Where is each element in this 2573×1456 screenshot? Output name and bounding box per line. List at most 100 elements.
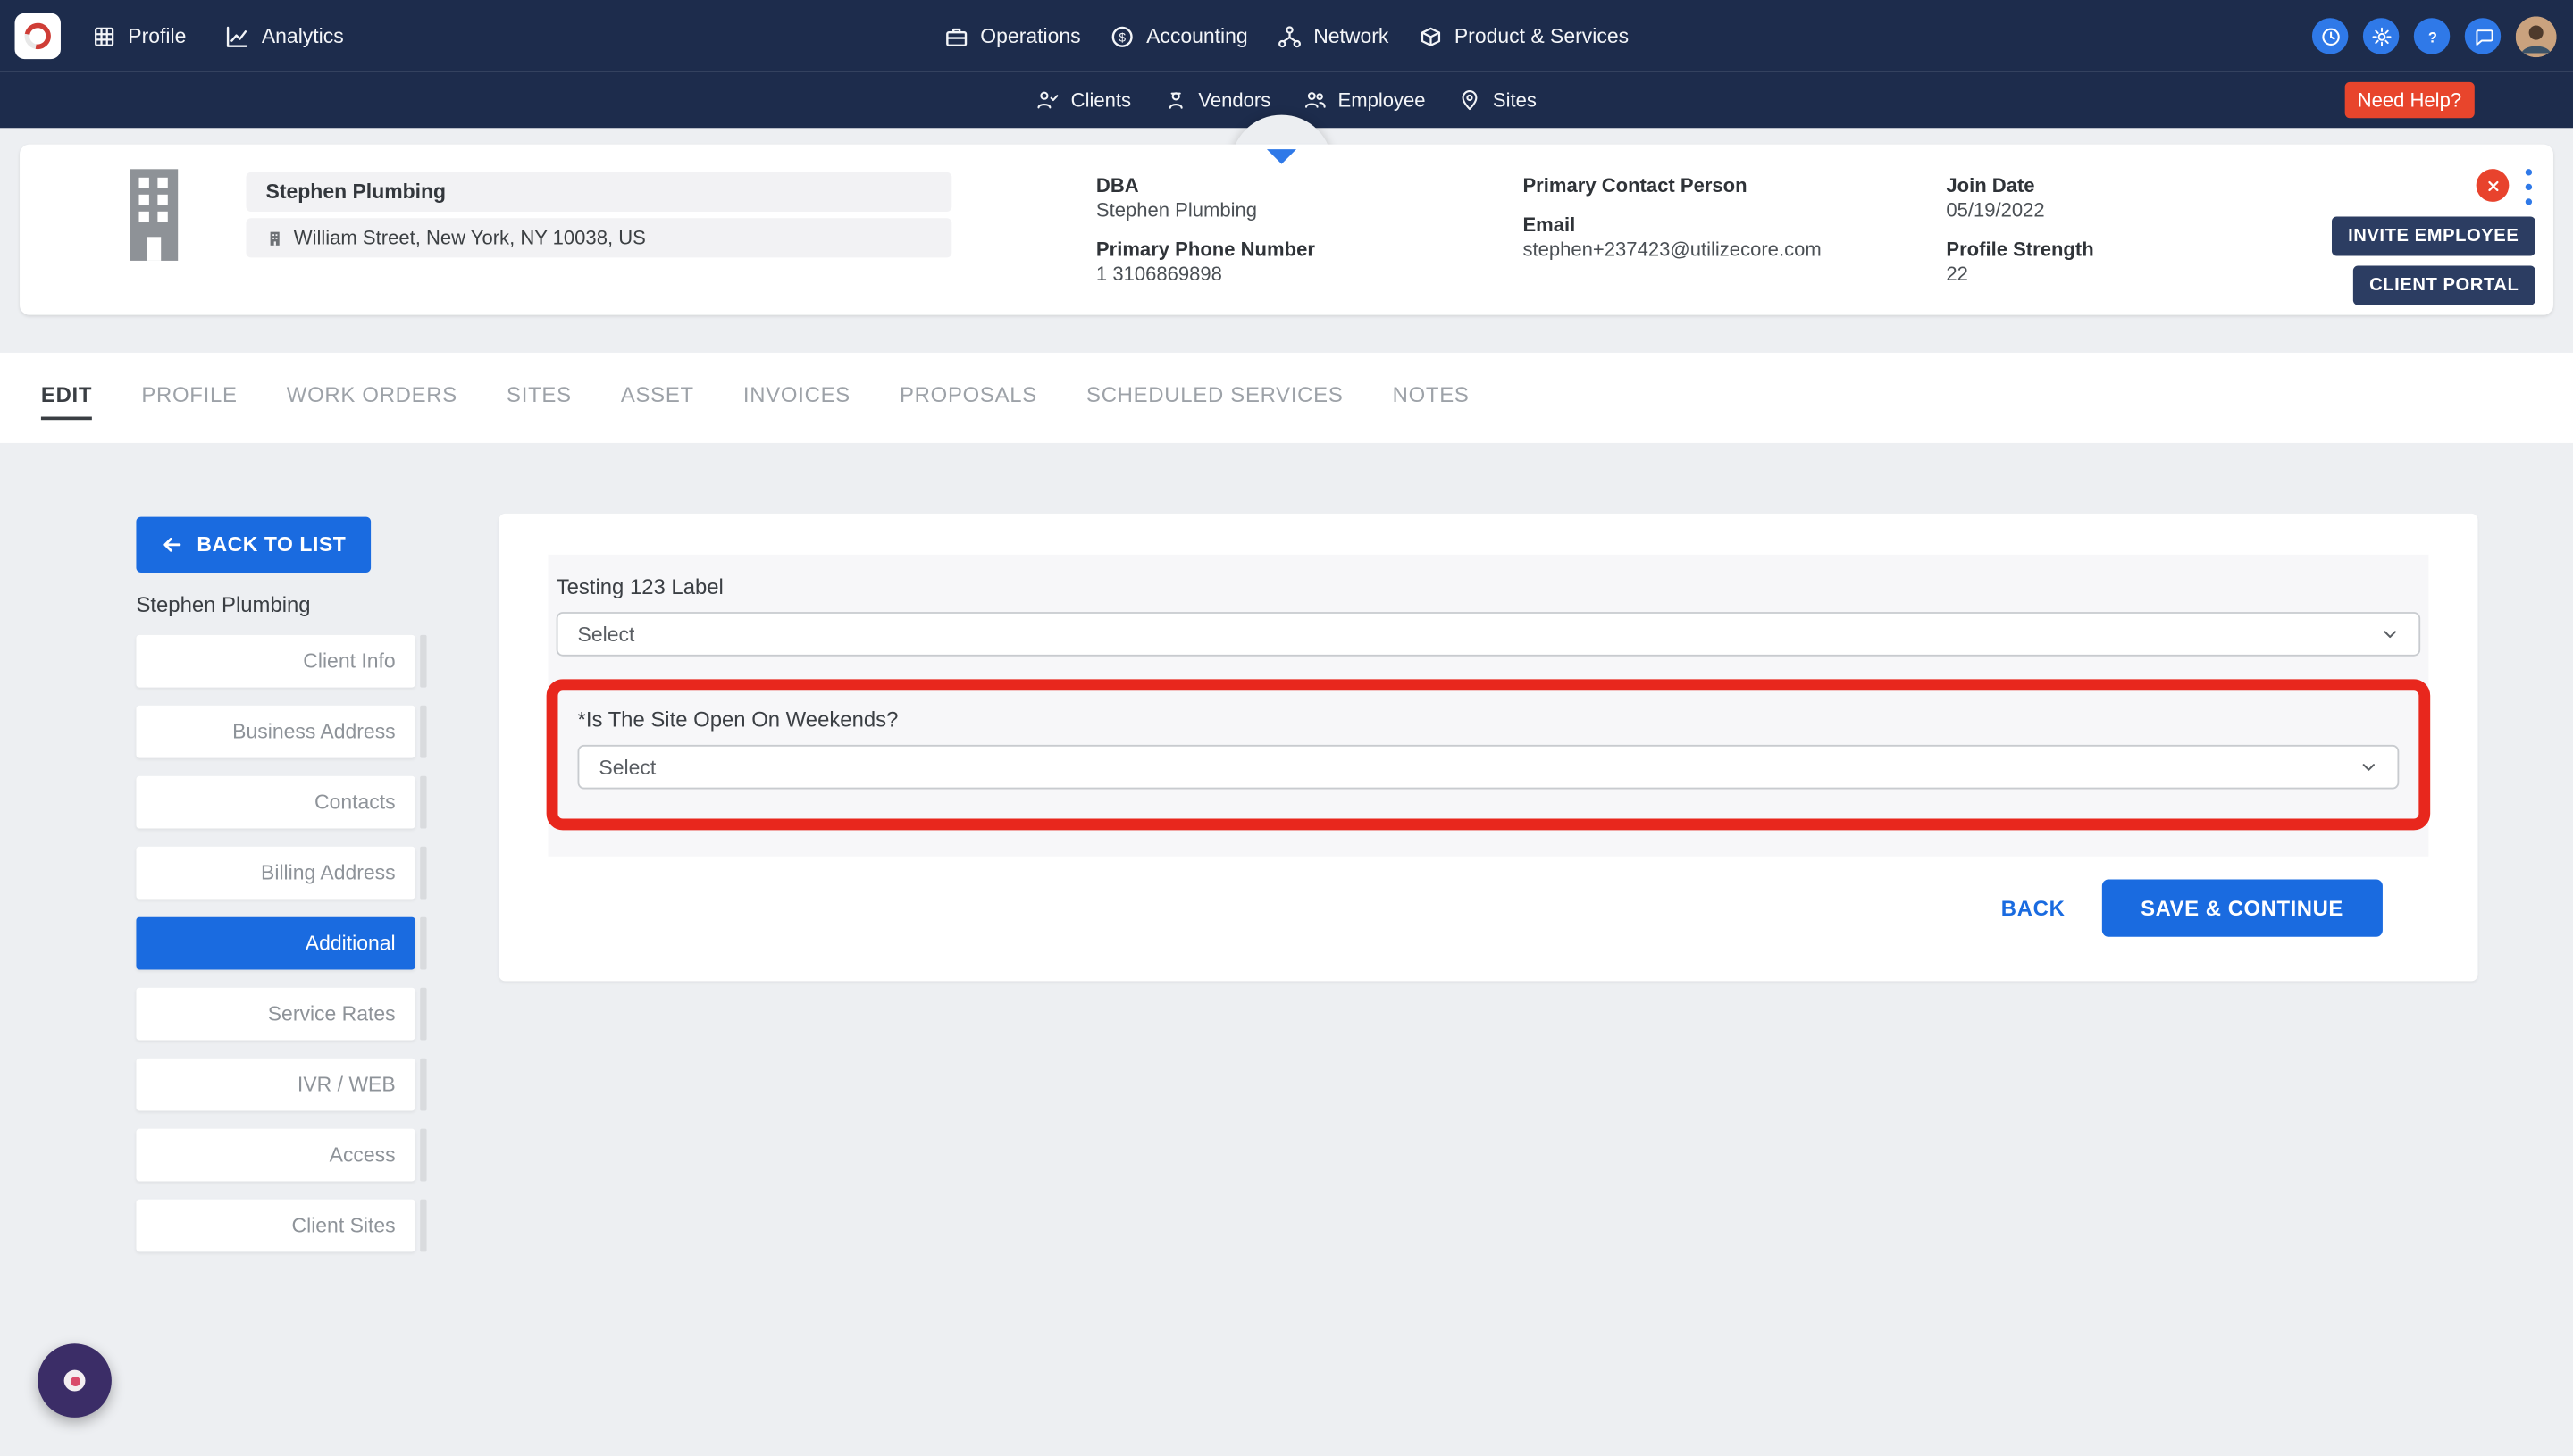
app-logo[interactable] [15,13,61,59]
profile-strength-value: 22 [1946,263,2093,288]
need-help-button[interactable]: Need Help? [2344,82,2475,118]
subnav-sites[interactable]: Sites [1458,88,1537,112]
phone-label: Primary Phone Number [1096,238,1315,263]
company-address-field[interactable]: William Street, New York, NY 10038, US [247,218,952,257]
subnav-employee[interactable]: Employee [1303,88,1426,112]
form-actions: BACK SAVE & CONTINUE [2001,879,2383,936]
map-pin-icon [1458,88,1481,112]
nav-right-group: ? [2312,0,2557,72]
analytics-chart-icon [225,24,250,49]
step-billing-address[interactable]: Billing Address [136,847,415,900]
join-date-label: Join Date [1946,174,2093,199]
subnav-clients-label: Clients [1071,88,1131,112]
subnav-sites-label: Sites [1493,88,1537,112]
client-portal-button[interactable]: CLIENT PORTAL [2353,266,2535,305]
weekend-open-select-value: Select [599,756,656,779]
email-label: Email [1522,213,1821,238]
step-service-rates[interactable]: Service Rates [136,988,415,1041]
app-root: Profile Analytics Operations $ Accountin… [0,0,2573,1456]
invite-employee-label: INVITE EMPLOYEE [2348,226,2519,246]
people-icon [1303,88,1327,112]
step-client-sites[interactable]: Client Sites [136,1200,415,1252]
back-button[interactable]: BACK [2001,896,2066,921]
header-more-menu[interactable] [2520,169,2536,205]
network-nodes-icon [1278,24,1303,49]
tab-work-orders[interactable]: WORK ORDERS [287,382,457,417]
nav-accounting[interactable]: $ Accounting [1110,24,1248,49]
person-check-icon [1036,88,1060,112]
back-to-list-button[interactable]: BACK TO LIST [136,517,370,573]
close-header-button[interactable] [2477,169,2510,202]
weekend-open-label: *Is The Site Open On Weekends? [578,707,2400,732]
wizard-steps: Client Info Business Address Contacts Bi… [136,635,415,1270]
header-info-column-2: Primary Contact Person Email stephen+237… [1522,174,1821,263]
sidebar-client-name: Stephen Plumbing [136,592,310,617]
nav-profile[interactable]: Profile [92,24,186,49]
tab-sites[interactable]: SITES [507,382,572,417]
nav-analytics-label: Analytics [262,25,344,48]
primary-contact-label: Primary Contact Person [1522,174,1821,199]
gear-icon [2370,25,2392,46]
header-info-column-1: DBA Stephen Plumbing Primary Phone Numbe… [1096,174,1315,288]
user-avatar[interactable] [2516,15,2557,56]
nav-analytics[interactable]: Analytics [225,24,343,49]
back-to-list-label: BACK TO LIST [197,533,346,556]
step-client-info[interactable]: Client Info [136,635,415,688]
tab-invoices[interactable]: INVOICES [743,382,851,417]
step-business-address[interactable]: Business Address [136,706,415,758]
arrow-left-icon [161,533,184,556]
chat-launcher-button[interactable] [38,1343,112,1418]
vendor-person-icon [1164,88,1187,112]
subnav-clients[interactable]: Clients [1036,88,1131,112]
tab-asset[interactable]: ASSET [621,382,694,417]
subnav-employee-label: Employee [1338,88,1426,112]
testing-123-select-value: Select [578,623,635,646]
svg-text:$: $ [1119,30,1127,44]
close-icon [2484,176,2502,194]
nav-accounting-label: Accounting [1146,25,1248,48]
chevron-down-icon [2381,625,2399,643]
weekend-open-select[interactable]: Select [578,745,2400,790]
nav-operations-label: Operations [980,25,1080,48]
chat-button[interactable] [2465,18,2501,54]
company-building-icon [112,166,200,264]
email-value: stephen+237423@utilizecore.com [1522,238,1821,263]
step-access[interactable]: Access [136,1129,415,1182]
settings-button[interactable] [2363,18,2399,54]
box-cube-icon [1418,24,1443,49]
step-additional[interactable]: Additional [136,917,415,970]
header-info-column-3: Join Date 05/19/2022 Profile Strength 22 [1946,174,2093,288]
help-button[interactable]: ? [2414,18,2450,54]
clock-icon [2319,25,2341,46]
nav-network-label: Network [1313,25,1388,48]
tab-scheduled-services[interactable]: SCHEDULED SERVICES [1086,382,1343,417]
nav-left-group: Profile Analytics [92,0,344,72]
save-continue-button[interactable]: SAVE & CONTINUE [2101,879,2383,936]
nav-products-services[interactable]: Product & Services [1418,24,1629,49]
tab-profile[interactable]: PROFILE [141,382,237,417]
company-name-field[interactable]: Stephen Plumbing [247,172,952,212]
tab-notes[interactable]: NOTES [1393,382,1470,417]
subnav-vendors[interactable]: Vendors [1164,88,1270,112]
nav-modules-group: Operations $ Accounting Network Product … [944,0,1629,72]
subnav-vendors-label: Vendors [1198,88,1270,112]
testing-123-select[interactable]: Select [557,612,2421,657]
tab-edit[interactable]: EDIT [41,382,92,420]
invite-employee-button[interactable]: INVITE EMPLOYEE [2332,216,2535,255]
testing-123-label: Testing 123 Label [557,574,2421,599]
phone-value: 1 3106869898 [1096,263,1315,288]
svg-text:?: ? [2427,29,2436,45]
step-contacts[interactable]: Contacts [136,776,415,829]
history-clock-button[interactable] [2312,18,2348,54]
collapse-chevron-icon[interactable] [1267,149,1296,164]
form-section: Testing 123 Label Select *Is The Site Op… [548,555,2428,857]
question-icon: ? [2421,25,2443,46]
nav-operations[interactable]: Operations [944,24,1081,49]
join-date-value: 05/19/2022 [1946,198,2093,223]
company-name-value: Stephen Plumbing [266,180,447,204]
tab-proposals[interactable]: PROPOSALS [900,382,1037,417]
profile-grid-icon [92,24,117,49]
save-continue-label: SAVE & CONTINUE [2141,896,2343,921]
nav-network[interactable]: Network [1278,24,1389,49]
step-ivr-web[interactable]: IVR / WEB [136,1059,415,1111]
